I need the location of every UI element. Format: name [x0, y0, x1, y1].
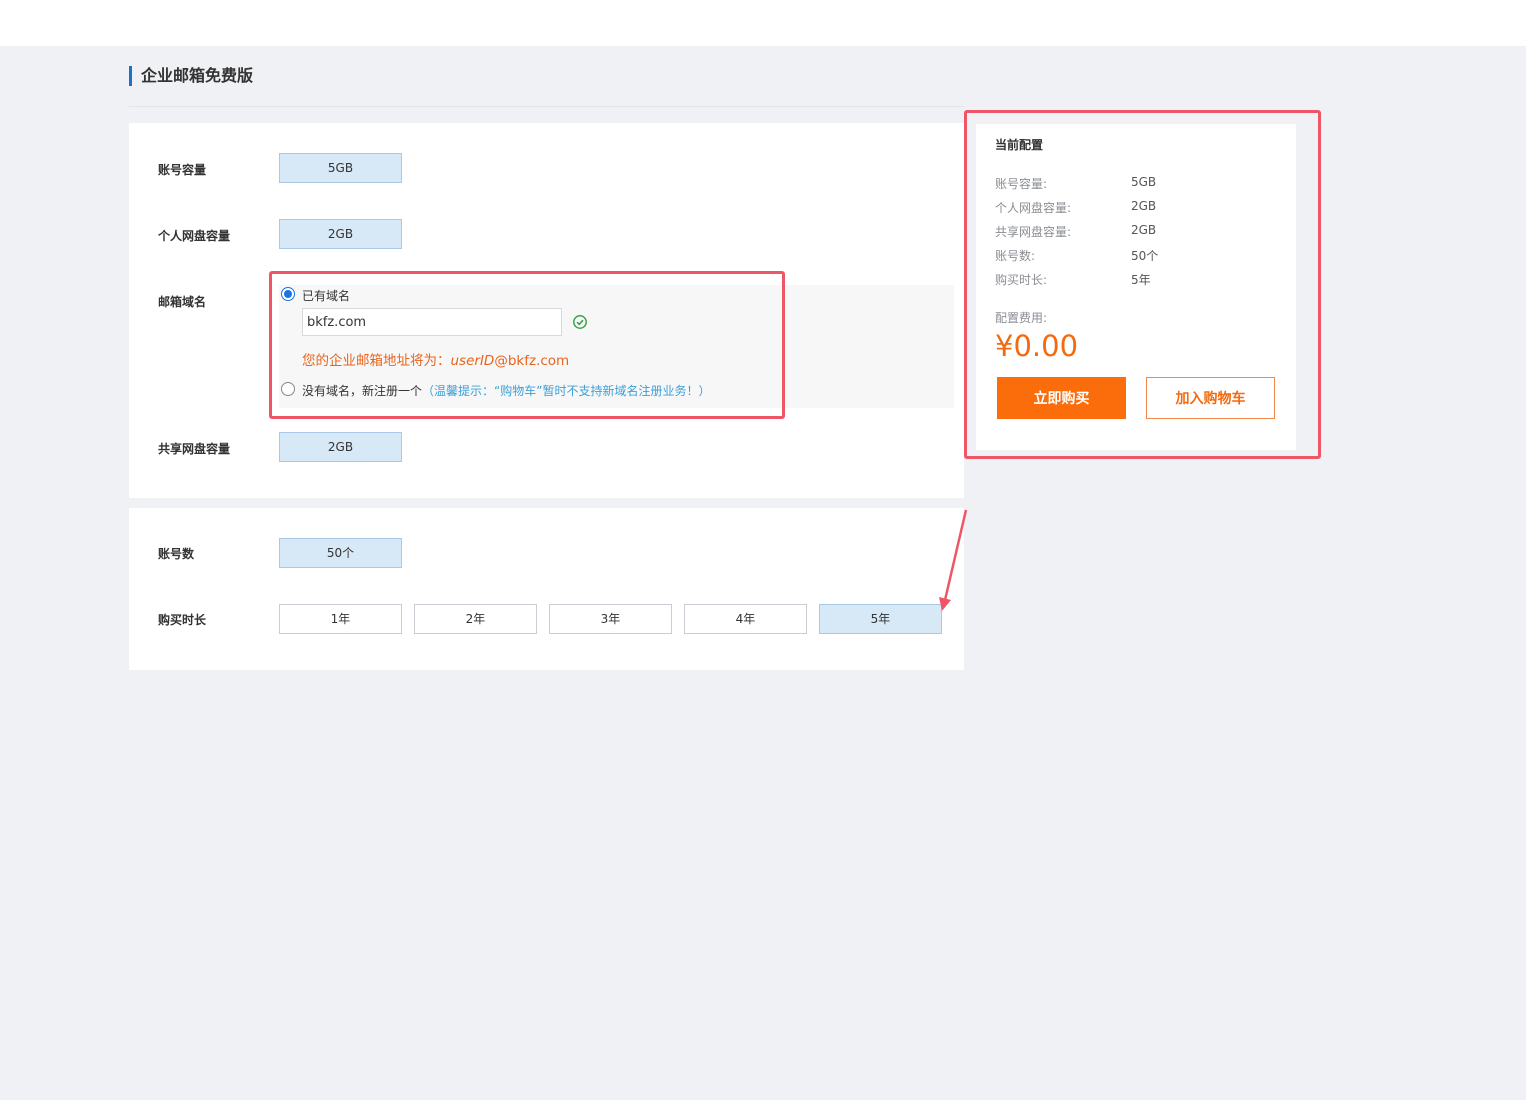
- duration-option-4[interactable]: 4年: [684, 604, 807, 634]
- top-bar: [0, 0, 1526, 46]
- duration-option-3[interactable]: 3年: [549, 604, 672, 634]
- page-title: 企业邮箱免费版: [129, 66, 253, 86]
- summary-highlight-box: [964, 110, 1321, 459]
- duration-option-1[interactable]: 1年: [279, 604, 402, 634]
- title-divider: [129, 106, 964, 107]
- domain-label: 邮箱域名: [158, 295, 207, 309]
- shared-label: 共享网盘容量: [158, 442, 231, 456]
- quantity-panel: 账号数 50个 购买时长 1年 2年 3年 4年 5年: [129, 508, 964, 670]
- shared-option[interactable]: 2GB: [279, 432, 402, 462]
- duration-option-2[interactable]: 2年: [414, 604, 537, 634]
- capacity-label: 账号容量: [158, 163, 207, 177]
- netdisk-option[interactable]: 2GB: [279, 219, 402, 249]
- accounts-option[interactable]: 50个: [279, 538, 402, 568]
- capacity-option[interactable]: 5GB: [279, 153, 402, 183]
- netdisk-label: 个人网盘容量: [158, 229, 231, 243]
- duration-option-5[interactable]: 5年: [819, 604, 942, 634]
- accounts-label: 账号数: [158, 547, 195, 561]
- annotation-arrow-icon: [939, 509, 968, 611]
- duration-label: 购买时长: [158, 613, 207, 627]
- domain-highlight-box: [269, 271, 785, 419]
